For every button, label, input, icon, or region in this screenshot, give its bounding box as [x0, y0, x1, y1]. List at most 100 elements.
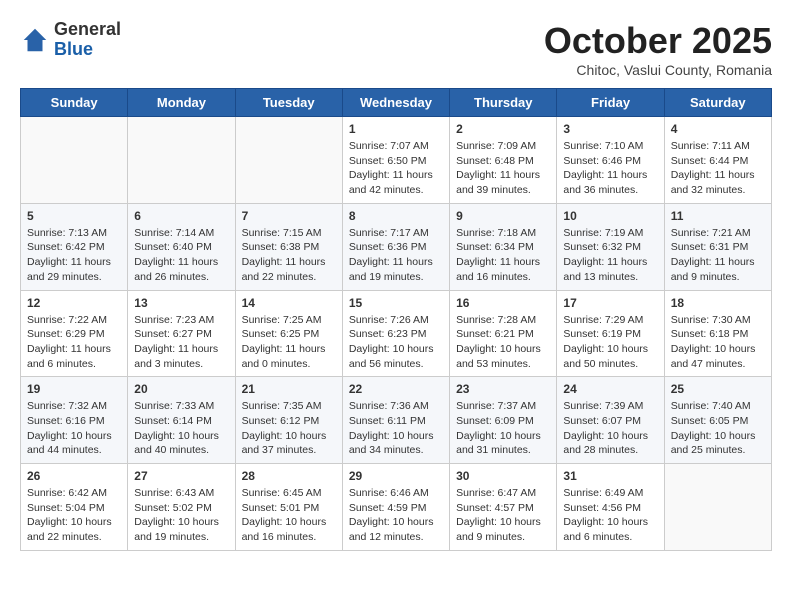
calendar-cell	[21, 117, 128, 204]
calendar-cell: 12Sunrise: 7:22 AMSunset: 6:29 PMDayligh…	[21, 290, 128, 377]
calendar-cell: 14Sunrise: 7:25 AMSunset: 6:25 PMDayligh…	[235, 290, 342, 377]
day-info: Sunrise: 6:43 AMSunset: 5:02 PMDaylight:…	[134, 486, 228, 545]
day-number: 18	[671, 296, 765, 310]
day-number: 28	[242, 469, 336, 483]
day-info: Sunrise: 6:46 AMSunset: 4:59 PMDaylight:…	[349, 486, 443, 545]
calendar-cell: 17Sunrise: 7:29 AMSunset: 6:19 PMDayligh…	[557, 290, 664, 377]
calendar-cell: 27 Sunrise: 6:43 AMSunset: 5:02 PMDayligh…	[128, 464, 235, 551]
day-number: 7	[242, 209, 336, 223]
day-number: 6	[134, 209, 228, 223]
day-info: Sunrise: 7:21 AMSunset: 6:31 PMDaylight:…	[671, 226, 765, 285]
calendar-cell	[664, 464, 771, 551]
calendar-cell: 28 Sunrise: 6:45 AMSunset: 5:01 PMDayligh…	[235, 464, 342, 551]
day-number: 9	[456, 209, 550, 223]
weekday-header-friday: Friday	[557, 89, 664, 117]
calendar-cell: 24 Sunrise: 7:39 AMSunset: 6:07 PMDayligh…	[557, 377, 664, 464]
day-info: Sunrise: 7:10 AMSunset: 6:46 PMDaylight:…	[563, 139, 657, 198]
calendar-cell: 23 Sunrise: 7:37 AMSunset: 6:09 PMDayligh…	[450, 377, 557, 464]
day-info: Sunrise: 7:14 AMSunset: 6:40 PMDaylight:…	[134, 226, 228, 285]
calendar-cell: 13 Sunrise: 7:23 AMSunset: 6:27 PMDayligh…	[128, 290, 235, 377]
day-number: 22	[349, 382, 443, 396]
calendar-cell: 2Sunrise: 7:09 AMSunset: 6:48 PMDaylight…	[450, 117, 557, 204]
day-info: Sunrise: 7:18 AMSunset: 6:34 PMDaylight:…	[456, 226, 550, 285]
calendar-cell: 5Sunrise: 7:13 AMSunset: 6:42 PMDaylight…	[21, 203, 128, 290]
calendar-cell: 9 Sunrise: 7:18 AMSunset: 6:34 PMDaylight…	[450, 203, 557, 290]
day-number: 13	[134, 296, 228, 310]
logo-icon	[20, 25, 50, 55]
weekday-header-monday: Monday	[128, 89, 235, 117]
calendar-cell: 31 Sunrise: 6:49 AMSunset: 4:56 PMDayligh…	[557, 464, 664, 551]
day-info: Sunrise: 6:45 AMSunset: 5:01 PMDaylight:…	[242, 486, 336, 545]
calendar-cell: 18Sunrise: 7:30 AMSunset: 6:18 PMDayligh…	[664, 290, 771, 377]
day-info: Sunrise: 6:49 AMSunset: 4:56 PMDaylight:…	[563, 486, 657, 545]
day-number: 24	[563, 382, 657, 396]
calendar-cell: 20Sunrise: 7:33 AMSunset: 6:14 PMDayligh…	[128, 377, 235, 464]
day-number: 11	[671, 209, 765, 223]
day-number: 8	[349, 209, 443, 223]
day-number: 23	[456, 382, 550, 396]
calendar-cell: 11 Sunrise: 7:21 AMSunset: 6:31 PMDayligh…	[664, 203, 771, 290]
day-number: 2	[456, 122, 550, 136]
day-info: Sunrise: 7:36 AMSunset: 6:11 PMDaylight:…	[349, 399, 443, 458]
logo-general: General	[54, 20, 121, 40]
day-info: Sunrise: 7:28 AMSunset: 6:21 PMDaylight:…	[456, 313, 550, 372]
day-info: Sunrise: 7:17 AMSunset: 6:36 PMDaylight:…	[349, 226, 443, 285]
day-info: Sunrise: 7:32 AMSunset: 6:16 PMDaylight:…	[27, 399, 121, 458]
day-info: Sunrise: 7:40 AMSunset: 6:05 PMDaylight:…	[671, 399, 765, 458]
day-number: 27	[134, 469, 228, 483]
day-info: Sunrise: 7:11 AMSunset: 6:44 PMDaylight:…	[671, 139, 765, 198]
day-number: 25	[671, 382, 765, 396]
calendar-cell	[235, 117, 342, 204]
calendar-table: SundayMondayTuesdayWednesdayThursdayFrid…	[20, 88, 772, 551]
day-info: Sunrise: 7:22 AMSunset: 6:29 PMDaylight:…	[27, 313, 121, 372]
calendar-week-3: 12Sunrise: 7:22 AMSunset: 6:29 PMDayligh…	[21, 290, 772, 377]
day-info: Sunrise: 7:15 AMSunset: 6:38 PMDaylight:…	[242, 226, 336, 285]
calendar-cell: 22 Sunrise: 7:36 AMSunset: 6:11 PMDayligh…	[342, 377, 449, 464]
day-info: Sunrise: 7:23 AMSunset: 6:27 PMDaylight:…	[134, 313, 228, 372]
location-subtitle: Chitoc, Vaslui County, Romania	[544, 62, 772, 78]
day-number: 4	[671, 122, 765, 136]
weekday-header-tuesday: Tuesday	[235, 89, 342, 117]
weekday-header-wednesday: Wednesday	[342, 89, 449, 117]
logo-blue: Blue	[54, 40, 121, 60]
day-number: 31	[563, 469, 657, 483]
calendar-cell: 30Sunrise: 6:47 AMSunset: 4:57 PMDayligh…	[450, 464, 557, 551]
calendar-cell: 26 Sunrise: 6:42 AMSunset: 5:04 PMDayligh…	[21, 464, 128, 551]
calendar-cell: 3 Sunrise: 7:10 AMSunset: 6:46 PMDaylight…	[557, 117, 664, 204]
day-info: Sunrise: 7:13 AMSunset: 6:42 PMDaylight:…	[27, 226, 121, 285]
day-info: Sunrise: 7:35 AMSunset: 6:12 PMDaylight:…	[242, 399, 336, 458]
day-info: Sunrise: 7:39 AMSunset: 6:07 PMDaylight:…	[563, 399, 657, 458]
calendar-cell: 7 Sunrise: 7:15 AMSunset: 6:38 PMDaylight…	[235, 203, 342, 290]
logo-text: General Blue	[54, 20, 121, 60]
day-info: Sunrise: 7:29 AMSunset: 6:19 PMDaylight:…	[563, 313, 657, 372]
calendar-week-4: 19Sunrise: 7:32 AMSunset: 6:16 PMDayligh…	[21, 377, 772, 464]
day-number: 20	[134, 382, 228, 396]
day-number: 16	[456, 296, 550, 310]
day-number: 26	[27, 469, 121, 483]
day-info: Sunrise: 7:37 AMSunset: 6:09 PMDaylight:…	[456, 399, 550, 458]
weekday-header-saturday: Saturday	[664, 89, 771, 117]
weekday-header-sunday: Sunday	[21, 89, 128, 117]
calendar-cell: 16 Sunrise: 7:28 AMSunset: 6:21 PMDayligh…	[450, 290, 557, 377]
day-info: Sunrise: 6:42 AMSunset: 5:04 PMDaylight:…	[27, 486, 121, 545]
day-number: 10	[563, 209, 657, 223]
day-info: Sunrise: 7:19 AMSunset: 6:32 PMDaylight:…	[563, 226, 657, 285]
calendar-cell	[128, 117, 235, 204]
title-block: October 2025 Chitoc, Vaslui County, Roma…	[544, 20, 772, 78]
calendar-cell: 15Sunrise: 7:26 AMSunset: 6:23 PMDayligh…	[342, 290, 449, 377]
calendar-week-2: 5Sunrise: 7:13 AMSunset: 6:42 PMDaylight…	[21, 203, 772, 290]
calendar-cell: 19Sunrise: 7:32 AMSunset: 6:16 PMDayligh…	[21, 377, 128, 464]
calendar-cell: 6 Sunrise: 7:14 AMSunset: 6:40 PMDaylight…	[128, 203, 235, 290]
calendar-week-5: 26 Sunrise: 6:42 AMSunset: 5:04 PMDayligh…	[21, 464, 772, 551]
weekday-header-thursday: Thursday	[450, 89, 557, 117]
day-info: Sunrise: 7:26 AMSunset: 6:23 PMDaylight:…	[349, 313, 443, 372]
month-title: October 2025	[544, 20, 772, 62]
calendar-cell: 8 Sunrise: 7:17 AMSunset: 6:36 PMDaylight…	[342, 203, 449, 290]
calendar-cell: 21 Sunrise: 7:35 AMSunset: 6:12 PMDayligh…	[235, 377, 342, 464]
calendar-cell: 25 Sunrise: 7:40 AMSunset: 6:05 PMDayligh…	[664, 377, 771, 464]
day-number: 1	[349, 122, 443, 136]
day-number: 21	[242, 382, 336, 396]
day-number: 14	[242, 296, 336, 310]
weekday-header-row: SundayMondayTuesdayWednesdayThursdayFrid…	[21, 89, 772, 117]
day-number: 3	[563, 122, 657, 136]
